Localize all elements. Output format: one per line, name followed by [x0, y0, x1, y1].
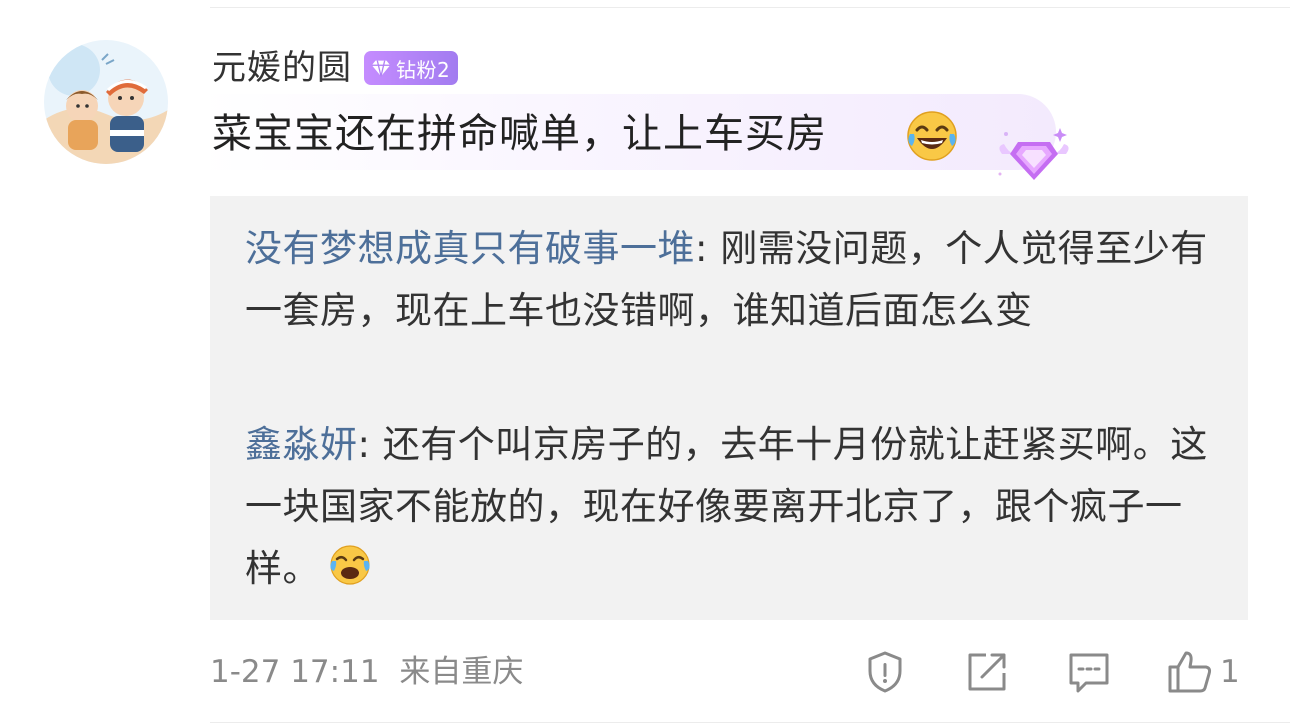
- comment-text: 菜宝宝还在拼命喊单，让上车买房: [212, 111, 827, 157]
- vip-gem-emblem-icon: [998, 128, 1069, 180]
- laughing-tears-icon: [907, 111, 957, 161]
- crying-laughing-icon: [330, 545, 370, 585]
- comment-meta: 1-27 17:11 来自重庆: [210, 650, 523, 694]
- timestamp: 1-27 17:11: [210, 654, 380, 690]
- badge-label: 钻粉2: [396, 57, 451, 82]
- reply-username[interactable]: 鑫淼妍: [245, 423, 358, 466]
- reply-username[interactable]: 没有梦想成真只有破事一堆: [245, 227, 695, 270]
- share-button[interactable]: [964, 648, 1010, 696]
- username-row: 元媛的圆 钻粉2: [212, 44, 459, 92]
- comment-icon: [1069, 653, 1109, 693]
- report-button[interactable]: [862, 648, 908, 696]
- username[interactable]: 元媛的圆: [212, 44, 352, 92]
- like-button[interactable]: 1: [1166, 648, 1240, 696]
- like-count: 1: [1220, 654, 1240, 690]
- avatar[interactable]: [44, 40, 168, 164]
- reply-text: 还有个叫京房子的，去年十月份就让赶紧买啊。这一块国家不能放的，现在好像要离开北京…: [245, 423, 1208, 590]
- bottom-divider: [210, 722, 1290, 723]
- location: 来自重庆: [399, 654, 524, 690]
- reply-separator: :: [357, 423, 371, 466]
- like-icon: [1168, 651, 1212, 693]
- replies-box[interactable]: 没有梦想成真只有破事一堆: 刚需没问题，个人觉得至少有一套房，现在上车也没错啊，…: [210, 196, 1248, 620]
- report-icon: [868, 651, 902, 693]
- fan-badge[interactable]: 钻粉2: [364, 51, 459, 85]
- reply-separator: :: [695, 227, 708, 270]
- share-icon: [968, 653, 1006, 691]
- reply-item: 没有梦想成真只有破事一堆: 刚需没问题，个人觉得至少有一套房，现在上车也没错啊，…: [245, 218, 1225, 342]
- top-divider: [210, 7, 1290, 8]
- reply-item: 鑫淼妍: 还有个叫京房子的，去年十月份就让赶紧买啊。这一块国家不能放的，现在好像…: [245, 414, 1225, 600]
- diamond-icon: [371, 60, 391, 77]
- comment-button[interactable]: [1066, 648, 1112, 696]
